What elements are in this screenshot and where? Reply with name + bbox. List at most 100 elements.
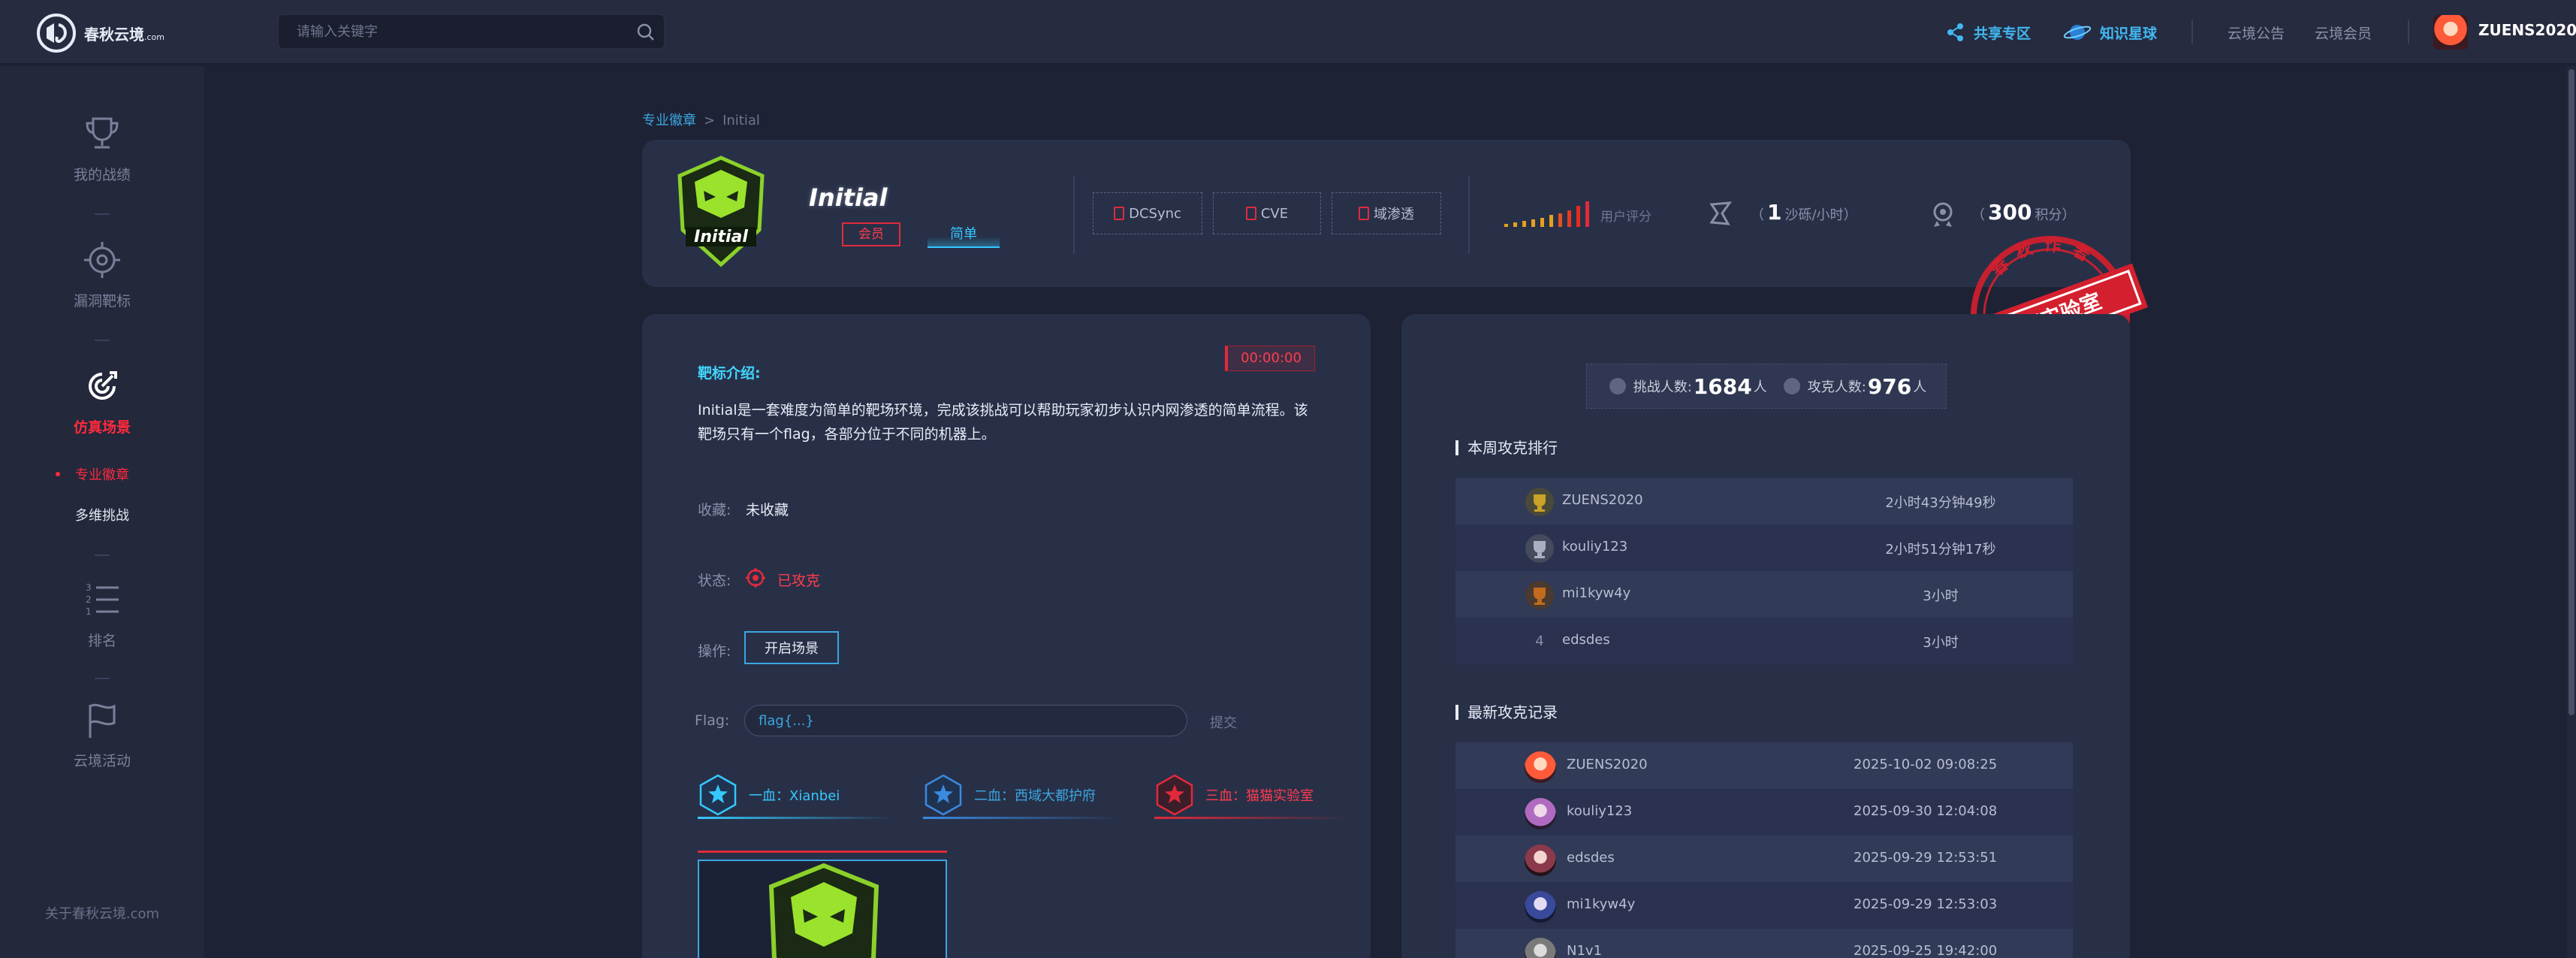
sidebar-item-my-record[interactable]: 我的战绩	[0, 111, 204, 184]
operation-label: 操作:	[698, 643, 731, 660]
sidebar-item-label: 云境活动	[73, 753, 131, 769]
sidebar-item-activities[interactable]: 云境活动	[0, 697, 204, 770]
tag-icon	[1245, 207, 1256, 220]
sidebar-sub-professional-badge[interactable]: 专业徽章	[0, 464, 204, 484]
points-value: （300 积分）	[1971, 200, 2076, 225]
table-row[interactable]: mi1kyw4y 2025-09-29 12:53:03	[1455, 882, 2073, 929]
sidebar-item-simulation[interactable]: 仿真场景	[0, 364, 204, 437]
record-time: 2025-09-25 19:42:00	[1854, 943, 1998, 958]
trophy-icon	[86, 117, 119, 149]
share-zone-link[interactable]: 共享专区	[1945, 0, 2031, 65]
avatar	[1525, 798, 1556, 830]
third-blood-star-icon	[1156, 774, 1193, 816]
username[interactable]: ZUENS2020	[2478, 21, 2576, 39]
recent-records-table: ZUENS2020 2025-10-02 09:08:25 kouliy123 …	[1455, 742, 2073, 958]
target-preview-image	[698, 860, 947, 958]
target-detail-card: 靶标介绍: 00:00:00 Initial是一套难度为简单的靶场环境，完成该挑…	[642, 314, 1371, 958]
target-description: Initial是一套难度为简单的靶场环境，完成该挑战可以帮助玩家初步认识内网渗透…	[698, 402, 1308, 443]
record-time: 2025-09-30 12:04:08	[1854, 803, 1998, 819]
sidebar-item-ranking[interactable]: 3 2 1 排名	[0, 577, 204, 650]
user-rating-label: 用户评分	[1600, 210, 1651, 225]
breadcrumb: 专业徽章 > Initial	[642, 110, 760, 129]
sidebar: 我的战绩 漏洞靶标 仿真场景 专业徽章 多维挑战 3 2 1 排名 云境活动 关…	[0, 66, 204, 958]
table-row[interactable]: mi1kyw4y 3小时	[1455, 571, 2073, 618]
weekly-ranking-table: ZUENS2020 2小时43分钟49秒 kouliy123 2小时51分钟17…	[1455, 478, 2073, 664]
search-icon[interactable]	[635, 22, 656, 43]
sidebar-item-label: 仿真场景	[73, 419, 131, 436]
bronze-medal-icon	[1525, 581, 1554, 609]
first-blood-label: 一血：Xianbei	[749, 788, 840, 804]
avatar	[1525, 938, 1556, 958]
table-row[interactable]: edsdes 2025-09-29 12:53:51	[1455, 836, 2073, 882]
third-blood: 三血：猫猫实验室	[1154, 772, 1350, 819]
record-time: 2025-09-29 12:53:51	[1854, 850, 1998, 866]
intro-title: 靶标介绍:	[698, 365, 761, 382]
svg-text:2: 2	[86, 594, 92, 605]
sidebar-item-label: 排名	[87, 633, 116, 649]
announcement-link[interactable]: 云境公告	[2228, 23, 2285, 43]
solved-count-unit: 人	[1913, 379, 1927, 395]
keyword-tag: 域渗透	[1332, 192, 1441, 234]
preview-badge-icon	[768, 863, 879, 958]
breadcrumb-parent[interactable]: 专业徽章	[642, 113, 696, 128]
second-blood-underline	[923, 817, 1118, 819]
site-logo[interactable]: 春秋云境.com	[36, 12, 186, 54]
target-header-card: Initial Initial 会员 简单 DCSync CVE 域渗透 用户评…	[642, 140, 2131, 287]
nav-divider	[2191, 20, 2193, 44]
flag-input[interactable]	[744, 705, 1187, 736]
sidebar-item-label: 我的战绩	[73, 167, 131, 183]
keyword-tag: DCSync	[1093, 192, 1202, 234]
breadcrumb-current: Initial	[722, 113, 760, 128]
record-username: N1v1	[1567, 943, 1603, 958]
sidebar-sub-multi-challenge[interactable]: 多维挑战	[0, 505, 204, 524]
favorite-toggle[interactable]: 未收藏	[746, 499, 789, 519]
knowledge-planet-link[interactable]: 知识星球	[2062, 0, 2157, 65]
rank-username: mi1kyw4y	[1562, 585, 1631, 601]
about-link[interactable]: 关于春秋云境.com	[0, 903, 204, 923]
table-row[interactable]: N1v1 2025-09-25 19:42:00	[1455, 929, 2073, 958]
table-row[interactable]: kouliy123 2025-09-30 12:04:08	[1455, 789, 2073, 836]
preview-divider	[698, 851, 947, 853]
sidebar-divider	[95, 213, 110, 215]
svg-text:3: 3	[86, 582, 92, 593]
table-row[interactable]: kouliy123 2小时51分钟17秒	[1455, 524, 2073, 571]
rank-time: 2小时51分钟17秒	[1885, 542, 1996, 558]
ranking-card: 挑战人数: 1684 人 攻克人数: 976 人 本周攻克排行 ZUENS202…	[1401, 314, 2130, 958]
member-tag: 会员	[842, 222, 900, 246]
avatar	[1525, 891, 1556, 923]
scenario-icon	[89, 371, 117, 400]
weekly-ranking-title: 本周攻克排行	[1455, 440, 1558, 455]
avatar	[1525, 845, 1556, 876]
user-avatar[interactable]	[2433, 15, 2468, 50]
sidebar-item-vuln-targets[interactable]: 漏洞靶标	[0, 237, 204, 310]
third-blood-underline	[1154, 817, 1350, 819]
difficulty-tag: 简单	[928, 222, 1000, 248]
timer: 00:00:00	[1225, 346, 1315, 371]
header-divider	[1468, 176, 1470, 254]
table-row[interactable]: ZUENS2020 2025-10-02 09:08:25	[1455, 742, 2073, 789]
status-label: 状态:	[698, 573, 731, 589]
search-input[interactable]	[279, 15, 609, 48]
membership-link[interactable]: 云境会员	[2315, 23, 2372, 43]
flag-icon	[89, 703, 116, 738]
table-row[interactable]: ZUENS2020 2小时43分钟49秒	[1455, 478, 2073, 524]
tag-icon	[1114, 207, 1125, 220]
svg-text:1: 1	[86, 606, 92, 617]
table-row[interactable]: 4 edsdes 3小时	[1455, 618, 2073, 664]
challenge-count: 1684	[1693, 373, 1752, 399]
rating-bars-icon	[1504, 201, 1589, 227]
sand-rate: （1 沙砾/小时）	[1751, 200, 1857, 225]
silver-medal-icon	[1525, 534, 1554, 563]
recent-records-title: 最新攻克记录	[1455, 705, 1558, 720]
submit-flag-button[interactable]: 提交	[1210, 712, 1237, 732]
second-blood-label: 二血：西域大都护府	[974, 788, 1096, 804]
start-scenario-button[interactable]: 开启场景	[744, 631, 839, 664]
scrollbar-thumb[interactable]	[2568, 69, 2574, 715]
record-time: 2025-09-29 12:53:03	[1854, 896, 1998, 912]
sidebar-divider	[95, 555, 110, 556]
target-badge-logo: Initial	[677, 156, 765, 267]
solved-count: 976	[1867, 373, 1912, 399]
sand-icon	[1709, 201, 1733, 225]
rank-username: ZUENS2020	[1562, 492, 1643, 508]
second-blood-star-icon	[925, 774, 962, 816]
